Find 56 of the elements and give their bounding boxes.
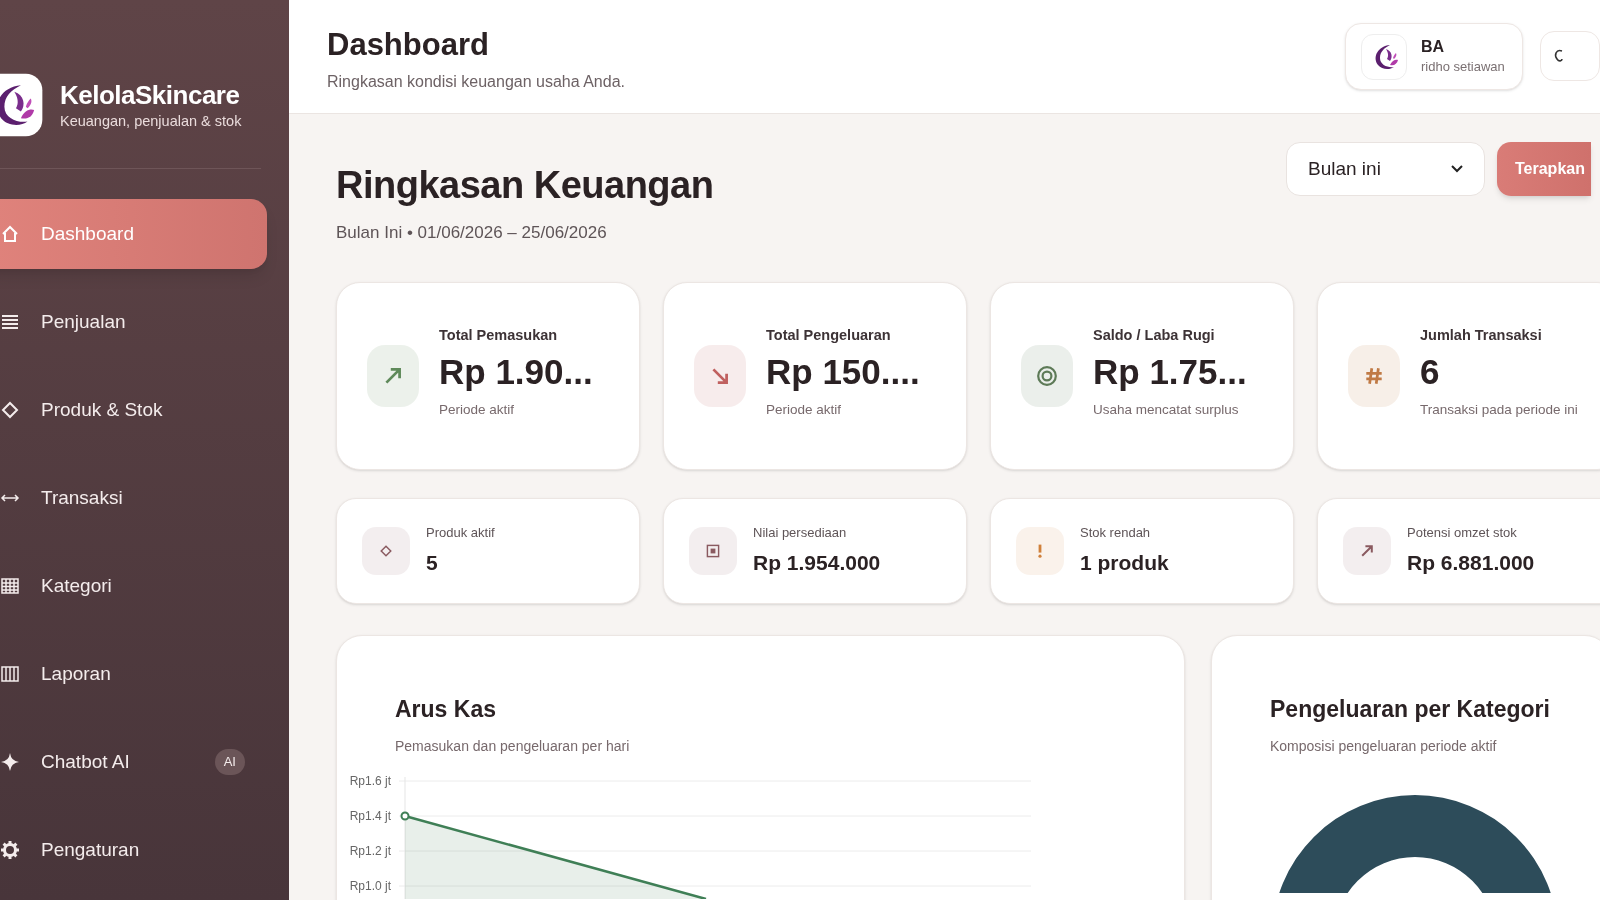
curve-icon	[1553, 47, 1563, 65]
stat-value: 1 produk	[1080, 549, 1169, 576]
nav-item[interactable]: Transaksi	[0, 463, 267, 533]
chart-title: Pengeluaran per Kategori	[1270, 694, 1551, 724]
home-icon	[0, 224, 20, 244]
chevron-down-icon	[1451, 165, 1463, 173]
brand-name: KelolaSkincare	[60, 81, 241, 108]
page-title: Dashboard	[327, 26, 490, 64]
stat-note: Usaha mencatat surplus	[1093, 401, 1240, 420]
stat-label: Stok rendah	[1080, 524, 1152, 542]
sparkle-icon	[0, 752, 20, 772]
nav-item[interactable]: Produk & Stok	[0, 375, 267, 445]
diamond-icon	[0, 400, 20, 420]
stat-value: Rp 1.954.000	[753, 549, 881, 576]
nav-item[interactable]: Penjualan	[0, 287, 267, 357]
stat-value: Rp 150....	[766, 351, 920, 394]
stat-value: 6	[1420, 351, 1441, 394]
stat-label: Nilai persediaan	[753, 524, 848, 542]
stat-value: Rp 6.881.000	[1407, 549, 1535, 576]
stat-value: 5	[426, 549, 439, 576]
stat-value: Rp 1.90...	[439, 351, 593, 394]
user-initials: BA	[1421, 36, 1446, 57]
stat-label: Saldo / Laba Rugi	[1093, 325, 1216, 345]
section-title: Ringkasan Keuangan	[336, 163, 715, 208]
user-name: ridho setiawan	[1421, 57, 1505, 76]
stat-label: Jumlah Transaksi	[1420, 325, 1543, 345]
axis-label: Rp1.0 jt	[349, 879, 391, 893]
stat-label: Produk aktif	[426, 524, 495, 542]
period-select[interactable]: Bulan ini	[1286, 142, 1485, 196]
nav-item[interactable]: Laporan	[0, 639, 267, 709]
stat-label: Total Pengeluaran	[766, 325, 892, 345]
grid-icon	[0, 576, 20, 596]
ai-badge: AI	[214, 749, 245, 775]
axis-label: Rp1.6 jt	[349, 774, 391, 788]
stat-note: Periode aktif	[766, 401, 843, 420]
icon-button[interactable]	[1540, 31, 1600, 81]
nav-item[interactable]: Pengaturan	[0, 815, 267, 885]
page-subtitle: Ringkasan kondisi keuangan usaha Anda.	[327, 72, 626, 92]
brand-tagline: Keuangan, penjualan & stok	[60, 113, 242, 129]
chart-subtitle: Komposisi pengeluaran periode aktif	[1270, 737, 1498, 756]
stat-label: Total Pemasukan	[439, 325, 559, 345]
chart-subtitle: Pemasukan dan pengeluaran per hari	[395, 737, 631, 756]
list-icon	[0, 312, 20, 332]
nav-item[interactable]: Chatbot AI AI	[0, 727, 267, 797]
stat-label: Potensi omzet stok	[1407, 524, 1518, 542]
axis-label: Rp1.2 jt	[349, 844, 391, 858]
user-card[interactable]: BA ridho setiawan	[1345, 23, 1523, 90]
stat-note: Transaksi pada periode ini	[1420, 401, 1578, 420]
period-text: Bulan Ini • 01/06/2026 – 25/06/2026	[336, 222, 608, 244]
stat-note: Periode aktif	[439, 401, 516, 420]
nav-item[interactable]: Kategori	[0, 551, 267, 621]
columns-icon	[0, 664, 20, 684]
axis-label: Rp1.4 jt	[349, 809, 391, 823]
chart-title: Arus Kas	[395, 694, 497, 724]
gear-icon	[0, 840, 20, 860]
stat-value: Rp 1.75...	[1093, 351, 1247, 394]
